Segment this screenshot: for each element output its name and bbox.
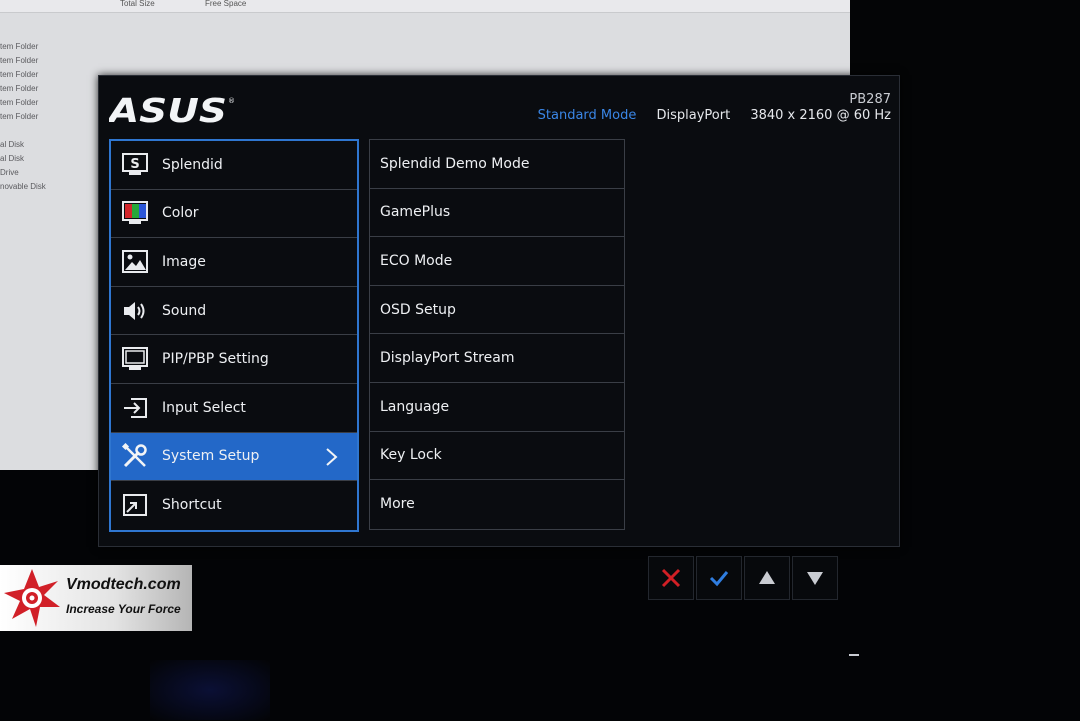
menu-item-label: PIP/PBP Setting — [162, 351, 269, 368]
list-item: tem Folder — [0, 56, 39, 65]
list-item: tem Folder — [0, 42, 39, 51]
list-item: tem Folder — [0, 112, 39, 121]
menu-item-sound[interactable]: Sound — [111, 287, 357, 336]
watermark-name: Vmodtech.com — [66, 576, 181, 593]
menu-item-image[interactable]: Image — [111, 238, 357, 287]
list-item: al Disk — [0, 140, 25, 149]
current-mode: Standard Mode — [537, 108, 637, 123]
menu-item-label: Sound — [162, 302, 207, 319]
splendid-icon: S — [121, 152, 149, 178]
background-file-list: tem Folder tem Folder tem Folder tem Fol… — [0, 40, 46, 194]
watermark-tagline: Increase Your Force — [66, 602, 181, 616]
submenu-item-displayport-stream[interactable]: DisplayPort Stream — [370, 334, 624, 383]
list-item: tem Folder — [0, 84, 39, 93]
up-button[interactable] — [744, 556, 790, 600]
list-item: tem Folder — [0, 70, 39, 79]
list-item: tem Folder — [0, 98, 39, 107]
power-indicator — [849, 654, 859, 656]
pip-icon — [121, 346, 149, 372]
down-arrow-icon — [807, 572, 823, 585]
asus-logo: ASUS ® — [109, 94, 235, 126]
list-item — [0, 124, 46, 138]
column-total-size: Total Size — [120, 0, 155, 8]
menu-item-label: Image — [162, 253, 206, 270]
menu-item-pip-pbp[interactable]: PIP/PBP Setting — [111, 335, 357, 384]
status-line: Standard Mode DisplayPort 3840 x 2160 @ … — [538, 108, 891, 123]
color-icon — [121, 200, 149, 226]
background-column-header: Total Size Free Space — [0, 0, 850, 13]
check-icon — [709, 571, 729, 587]
submenu-item-more[interactable]: More — [370, 480, 624, 529]
down-button[interactable] — [792, 556, 838, 600]
menu-item-label: Color — [162, 205, 199, 222]
svg-text:S: S — [130, 157, 139, 172]
list-item: Drive — [0, 168, 19, 177]
close-button[interactable] — [648, 556, 694, 600]
main-menu: S Splendid Color Image Sound PIP/PBP Set… — [109, 139, 359, 532]
submenu-item-osd-setup[interactable]: OSD Setup — [370, 286, 624, 335]
system-setup-submenu: Splendid Demo Mode GamePlus ECO Mode OSD… — [369, 139, 625, 530]
menu-item-system-setup[interactable]: System Setup — [111, 432, 357, 482]
menu-item-label: Splendid — [162, 156, 223, 173]
image-icon — [121, 249, 149, 275]
model-name: PB287 — [849, 92, 891, 107]
watermark: Vmodtech.com Increase Your Force — [0, 565, 192, 631]
submenu-item-gameplus[interactable]: GamePlus — [370, 189, 624, 238]
menu-item-label: Shortcut — [162, 497, 222, 514]
submenu-item-splendid-demo-mode[interactable]: Splendid Demo Mode — [370, 140, 624, 189]
up-arrow-icon — [759, 571, 775, 584]
osd-panel: ASUS ® PB287 Standard Mode DisplayPort 3… — [98, 75, 900, 547]
asus-logo-text: ASUS — [109, 94, 227, 126]
vmodtech-logo-icon — [4, 569, 60, 627]
key-guide — [648, 556, 840, 600]
list-item: al Disk — [0, 154, 25, 163]
menu-item-splendid[interactable]: S Splendid — [111, 141, 357, 190]
speaker-icon — [121, 298, 149, 324]
menu-item-input-select[interactable]: Input Select — [111, 384, 357, 433]
chevron-right-icon — [326, 447, 338, 466]
submenu-item-language[interactable]: Language — [370, 383, 624, 432]
tools-icon — [121, 443, 149, 469]
shortcut-icon — [121, 492, 149, 518]
menu-item-shortcut[interactable]: Shortcut — [111, 481, 357, 530]
close-icon — [661, 568, 681, 588]
submenu-item-eco-mode[interactable]: ECO Mode — [370, 237, 624, 286]
menu-item-label: System Setup — [162, 448, 260, 465]
submenu-item-key-lock[interactable]: Key Lock — [370, 432, 624, 481]
current-resolution: 3840 x 2160 @ 60 Hz — [750, 108, 891, 123]
menu-item-label: Input Select — [162, 399, 246, 416]
input-icon — [121, 395, 149, 421]
confirm-button[interactable] — [696, 556, 742, 600]
svg-text:®: ® — [228, 97, 235, 105]
column-free-space: Free Space — [205, 0, 247, 8]
menu-item-color[interactable]: Color — [111, 190, 357, 239]
list-item: novable Disk — [0, 182, 46, 191]
background-glow — [150, 660, 270, 720]
current-input: DisplayPort — [656, 108, 731, 123]
